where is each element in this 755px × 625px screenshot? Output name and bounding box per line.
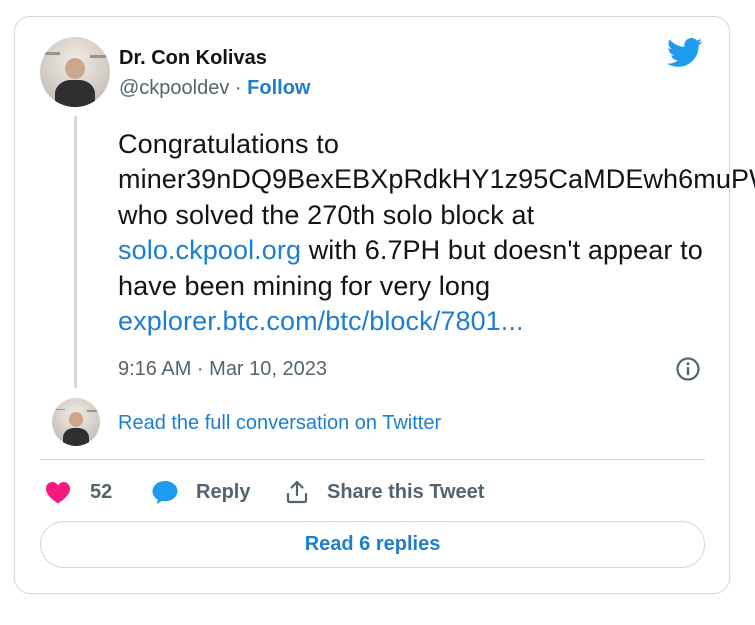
tweet-actions: 52 Reply Share this Tweet [40,476,700,508]
handle-separator: · [229,77,248,99]
tweet-text-intro: Congratulations to miner39nDQ9BexEBXpRdk… [118,129,755,230]
divider [40,459,705,460]
read-full-conversation-link[interactable]: Read the full conversation on Twitter [118,412,441,435]
info-icon[interactable] [675,356,701,382]
author-name[interactable]: Dr. Con Kolivas [119,47,267,70]
share-label: Share this Tweet [327,480,485,503]
like-count: 52 [90,480,113,503]
author-handle-row: @ckpooldev · Follow [119,77,310,100]
author-handle[interactable]: @ckpooldev [119,77,229,99]
tweet-text: Congratulations to miner39nDQ9BexEBXpRdk… [118,127,755,339]
conversation-avatar[interactable] [52,398,100,446]
share-tweet-button[interactable]: Share this Tweet [285,476,484,508]
solo-ckpool-link[interactable]: solo.ckpool.org [118,235,301,265]
follow-button[interactable]: Follow [247,77,310,99]
reply-bubble-icon [152,481,178,504]
share-upload-icon [286,480,308,504]
twitter-bird-icon[interactable] [667,38,703,68]
like-button[interactable]: 52 [44,476,112,508]
read-replies-button[interactable]: Read 6 replies [40,521,705,568]
block-explorer-link[interactable]: explorer.btc.com/btc/block/7801... [118,306,524,336]
tweet-timestamp[interactable]: 9:16 AM · Mar 10, 2023 [118,358,327,381]
reply-button[interactable]: Reply [150,476,250,508]
author-avatar[interactable] [40,37,110,107]
heart-icon [46,482,70,504]
thread-line [74,116,77,388]
reply-label: Reply [196,480,251,503]
